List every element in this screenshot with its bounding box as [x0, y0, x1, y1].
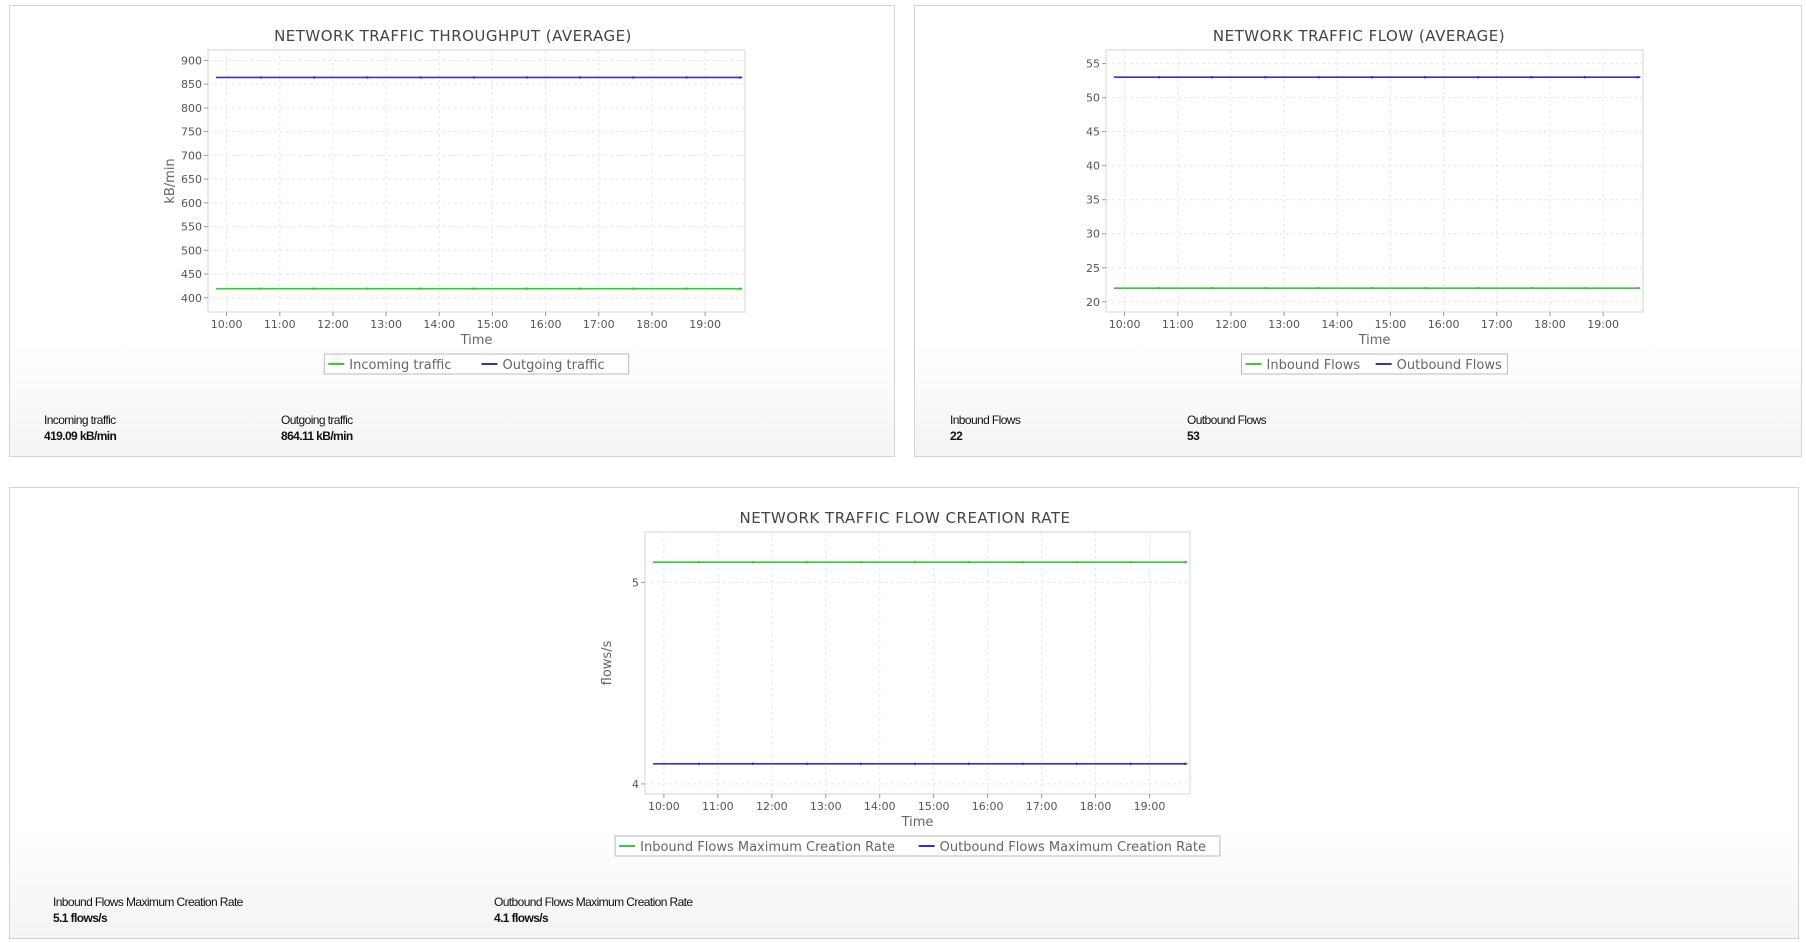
- x-tick-label: 19:00: [1587, 318, 1619, 331]
- stat-value: 419.09 kB/min: [44, 429, 117, 443]
- x-axis-label: Time: [460, 333, 493, 348]
- x-tick-label: 12:00: [1215, 318, 1247, 331]
- x-tick-label: 14:00: [1321, 318, 1353, 331]
- legend-label: Outbound Flows: [1397, 358, 1502, 373]
- legend: Inbound Flows Outbound Flows: [1241, 353, 1508, 375]
- legend-label: Incoming traffic: [349, 358, 451, 373]
- legend-label: Outbound Flows Maximum Creation Rate: [940, 840, 1206, 855]
- x-tick-label: 12:00: [317, 318, 349, 331]
- legend-label: Inbound Flows: [1267, 358, 1361, 373]
- stat-inbound-flows: Inbound Flows 22: [950, 412, 1021, 444]
- creation-rate-chart: NETWORK TRAFFIC FLOW CREATION RATE 4 5 10:0…: [600, 509, 1221, 857]
- x-tick-label: 16:00: [1428, 318, 1460, 331]
- plot-area: [207, 49, 746, 313]
- plot-area: [1105, 49, 1644, 313]
- y-tick-label: 700: [181, 149, 202, 162]
- x-tick-label: 15:00: [1375, 318, 1407, 331]
- x-tick-label: 17:00: [583, 318, 615, 331]
- x-tick-label: 16:00: [530, 318, 562, 331]
- x-tick-label: 11:00: [264, 318, 296, 331]
- throughput-chart: NETWORK TRAFFIC THROUGHPUT (AVERAGE) 400 4…: [163, 27, 746, 375]
- stat-value: 53: [1187, 429, 1200, 443]
- y-tick-label: 400: [181, 292, 202, 305]
- legend: Incoming traffic Outgoing traffic: [323, 353, 630, 375]
- creation-rate-chart-panel: NETWORK TRAFFIC FLOW CREATION RATE 4 5 10:0…: [9, 487, 1799, 939]
- y-tick-label: 650: [181, 173, 202, 186]
- x-tick-label: 18:00: [636, 318, 668, 331]
- stat-outbound-creation-rate: Outbound Flows Maximum Creation Rate 4.1…: [494, 894, 693, 926]
- plot-area: [644, 531, 1191, 795]
- y-tick-label: 45: [1086, 126, 1100, 139]
- x-axis-label: Time: [1358, 333, 1391, 348]
- y-tick-label: 550: [181, 221, 202, 234]
- stat-label: Outbound Flows Maximum Creation Rate: [494, 895, 693, 909]
- x-tick-label: 10:00: [1109, 318, 1141, 331]
- flow-chart-panel: NETWORK TRAFFIC FLOW (AVERAGE) 20 25 30 35 40…: [914, 5, 1802, 457]
- y-tick-label: 50: [1086, 92, 1100, 105]
- y-tick-label: 35: [1086, 194, 1100, 207]
- stat-label: Outbound Flows: [1187, 413, 1267, 427]
- legend: Inbound Flows Maximum Creation Rate Outbo…: [614, 835, 1221, 857]
- y-tick-label: 800: [181, 102, 202, 115]
- y-tick-label: 450: [181, 268, 202, 281]
- x-tick-label: 10:00: [211, 318, 243, 331]
- x-tick-label: 14:00: [423, 318, 455, 331]
- stat-value: 22: [950, 429, 963, 443]
- stat-label: Incoming traffic: [44, 413, 116, 427]
- y-tick-label: 55: [1086, 58, 1100, 71]
- x-tick-label: 19:00: [1134, 800, 1166, 813]
- x-tick-label: 11:00: [702, 800, 734, 813]
- stat-outbound-flows: Outbound Flows 53: [1187, 412, 1267, 444]
- chart-title: NETWORK TRAFFIC THROUGHPUT (AVERAGE): [274, 27, 632, 45]
- x-tick-label: 18:00: [1534, 318, 1566, 331]
- y-tick-label: 900: [181, 54, 202, 67]
- x-tick-label: 15:00: [918, 800, 950, 813]
- stat-label: Inbound Flows: [950, 413, 1021, 427]
- y-tick-label: 20: [1086, 296, 1100, 309]
- y-tick-label: 750: [181, 126, 202, 139]
- x-tick-label: 13:00: [1268, 318, 1300, 331]
- x-tick-label: 18:00: [1080, 800, 1112, 813]
- stat-value: 4.1 flows/s: [494, 911, 549, 925]
- chart-title: NETWORK TRAFFIC FLOW CREATION RATE: [740, 509, 1071, 527]
- y-axis-label: kB/min: [163, 158, 178, 203]
- x-tick-label: 16:00: [972, 800, 1004, 813]
- y-tick-label: 850: [181, 78, 202, 91]
- stat-label: Outgoing traffic: [281, 413, 353, 427]
- x-tick-label: 11:00: [1162, 318, 1194, 331]
- x-tick-label: 17:00: [1026, 800, 1058, 813]
- flow-chart: NETWORK TRAFFIC FLOW (AVERAGE) 20 25 30 35 40…: [1086, 27, 1644, 375]
- x-tick-label: 13:00: [810, 800, 842, 813]
- legend-label: Outgoing traffic: [503, 358, 605, 373]
- chart-title: NETWORK TRAFFIC FLOW (AVERAGE): [1213, 27, 1505, 45]
- stat-value: 5.1 flows/s: [53, 911, 108, 925]
- y-tick-label: 5: [632, 576, 639, 589]
- y-tick-label: 600: [181, 197, 202, 210]
- throughput-chart-panel: NETWORK TRAFFIC THROUGHPUT (AVERAGE) 400 4…: [9, 5, 895, 457]
- x-tick-label: 17:00: [1481, 318, 1513, 331]
- x-tick-label: 10:00: [648, 800, 680, 813]
- y-tick-label: 500: [181, 244, 202, 257]
- y-tick-label: 25: [1086, 262, 1100, 275]
- y-tick-label: 4: [632, 778, 639, 791]
- stat-label: Inbound Flows Maximum Creation Rate: [53, 895, 243, 909]
- stat-incoming-traffic: Incoming traffic 419.09 kB/min: [44, 412, 117, 444]
- y-axis-label: flows/s: [600, 640, 615, 685]
- stat-inbound-creation-rate: Inbound Flows Maximum Creation Rate 5.1 …: [53, 894, 243, 926]
- x-tick-label: 19:00: [689, 318, 721, 331]
- stat-outgoing-traffic: Outgoing traffic 864.11 kB/min: [281, 412, 353, 444]
- x-tick-label: 15:00: [477, 318, 509, 331]
- x-axis-label: Time: [901, 815, 934, 830]
- x-tick-label: 12:00: [756, 800, 788, 813]
- y-tick-label: 30: [1086, 228, 1100, 241]
- stat-value: 864.11 kB/min: [281, 429, 353, 443]
- x-tick-label: 13:00: [370, 318, 402, 331]
- y-tick-label: 40: [1086, 160, 1100, 173]
- legend-label: Inbound Flows Maximum Creation Rate: [640, 840, 895, 855]
- x-tick-label: 14:00: [864, 800, 896, 813]
